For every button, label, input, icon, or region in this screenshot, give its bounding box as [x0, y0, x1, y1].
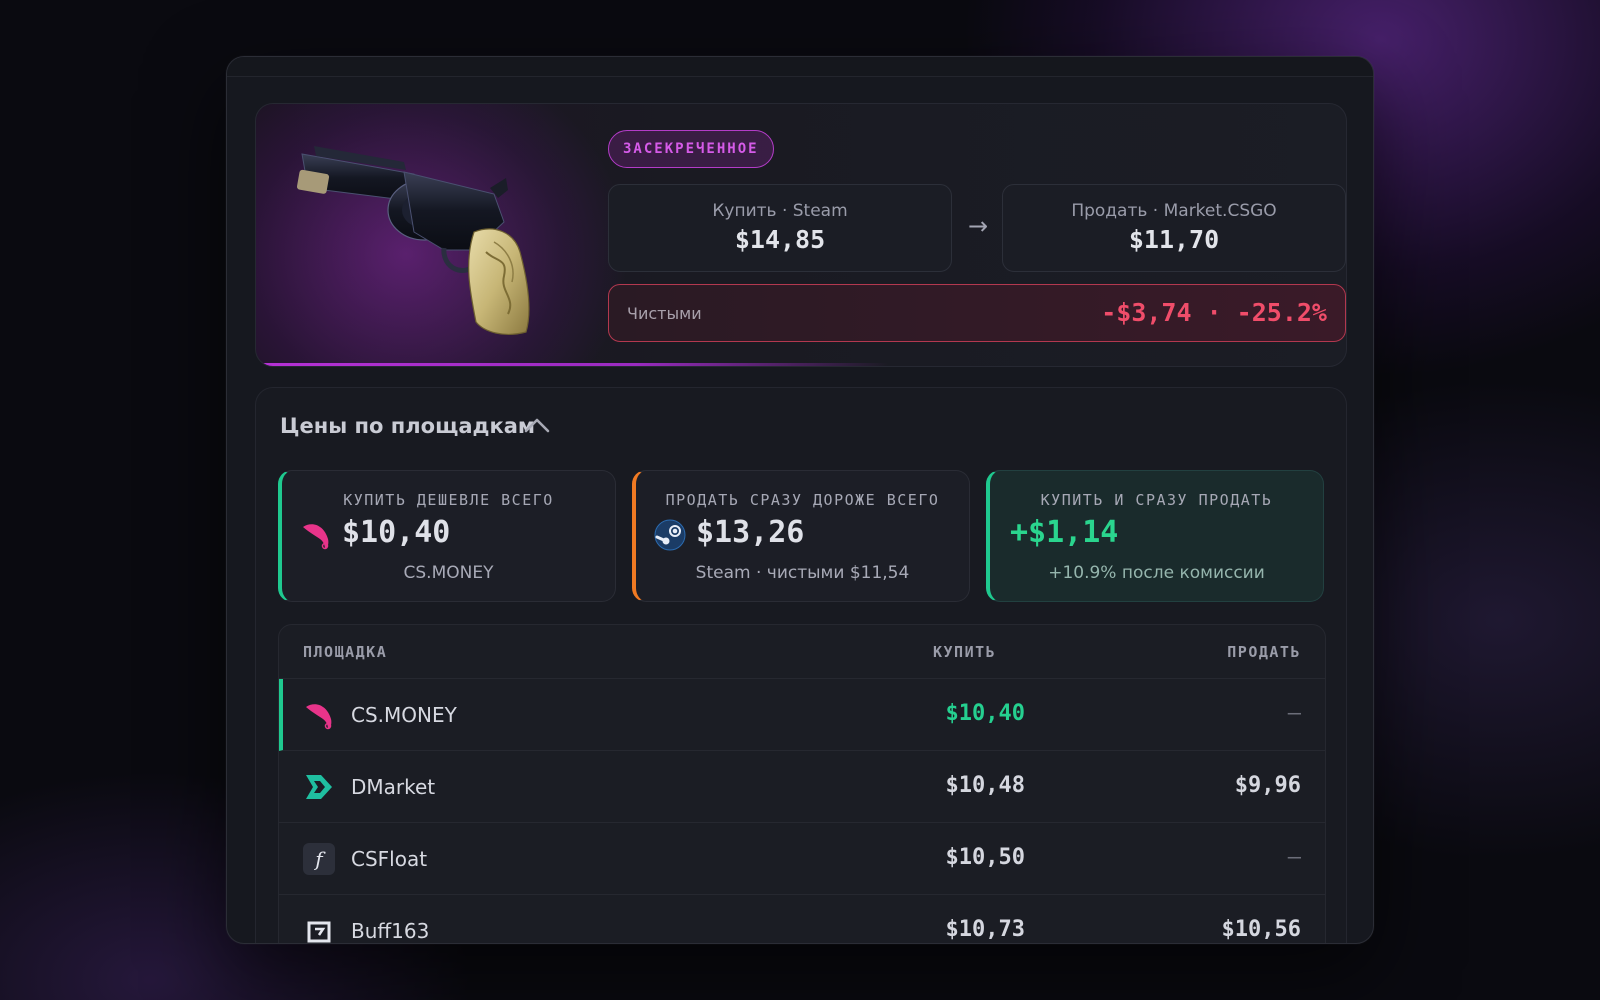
- steam-icon: [654, 519, 686, 551]
- table-row[interactable]: DMarket $10,48 $9,96: [279, 751, 1325, 823]
- cheapest-buy-card: КУПИТЬ ДЕШЕВЛЕ ВСЕГО $10,40 CS.MONEY: [278, 470, 616, 602]
- sell-price: $10,56: [1221, 917, 1301, 942]
- rarity-badge: ЗАСЕКРЕЧЕННОЕ: [608, 130, 774, 168]
- net-result-label: Чистыми: [627, 304, 702, 323]
- cheapest-buy-market: CS.MONEY: [403, 563, 494, 583]
- top-strip: [227, 57, 1373, 77]
- marketplace-prices-panel: Цены по площадкам КУПИТЬ ДЕШЕВЛЕ ВСЕГО $…: [255, 387, 1347, 943]
- net-result-value: -$3,74 · -25.2%: [1101, 298, 1327, 327]
- market-name: CSFloat: [351, 847, 428, 871]
- cheapest-buy-caption: КУПИТЬ ДЕШЕВЛЕ ВСЕГО: [343, 491, 554, 509]
- buff163-icon: [307, 921, 331, 943]
- buy-price: $10,48: [945, 773, 1025, 798]
- sell-price: —: [1287, 845, 1301, 870]
- table-row[interactable]: f CSFloat $10,50 —: [279, 823, 1325, 895]
- sell-price: $9,96: [1234, 773, 1301, 798]
- table-header: ПЛОЩАДКА КУПИТЬ ПРОДАТЬ: [279, 625, 1325, 679]
- revolver-image: [296, 146, 530, 335]
- market-name: CS.MONEY: [351, 703, 457, 727]
- column-header-buy[interactable]: КУПИТЬ: [933, 643, 996, 661]
- prices-section-title[interactable]: Цены по площадкам: [280, 414, 535, 438]
- buy-price-box: Купить · Steam $14,85: [608, 184, 952, 272]
- buy-price-label: Купить · Steam: [712, 201, 848, 221]
- best-instant-sell-market: Steam · чистыми $11,54: [695, 563, 910, 583]
- arbitrage-value: +$1,14: [1010, 515, 1119, 550]
- column-header-market[interactable]: ПЛОЩАДКА: [303, 643, 387, 661]
- arbitrage-sub: +10.9% после комиссии: [1048, 563, 1265, 583]
- csfloat-icon: f: [303, 843, 335, 875]
- market-name: DMarket: [351, 775, 436, 799]
- best-instant-sell-value: $13,26: [696, 515, 805, 550]
- buy-price-value: $14,85: [734, 225, 826, 254]
- table-row[interactable]: Buff163 $10,73 $10,56: [279, 895, 1325, 943]
- item-window: ЗАСЕКРЕЧЕННОЕ Купить · Steam $14,85 → Пр…: [226, 56, 1374, 944]
- sell-price-label: Продать · Market.CSGO: [1071, 201, 1277, 221]
- csmoney-icon: [306, 704, 332, 730]
- table-row[interactable]: CS.MONEY $10,40 —: [279, 679, 1325, 751]
- cheapest-buy-value: $10,40: [342, 515, 451, 550]
- arrow-right-icon: →: [968, 212, 989, 240]
- column-header-sell[interactable]: ПРОДАТЬ: [1227, 643, 1301, 661]
- dmarket-icon: [306, 775, 332, 799]
- sell-price-value: $11,70: [1128, 225, 1220, 254]
- csmoney-icon: [303, 524, 329, 550]
- net-result-bar: Чистыми -$3,74 · -25.2%: [608, 284, 1346, 342]
- buy-price: $10,73: [945, 917, 1025, 942]
- arbitrage-caption: КУПИТЬ И СРАЗУ ПРОДАТЬ: [1040, 491, 1273, 509]
- arbitrage-card: КУПИТЬ И СРАЗУ ПРОДАТЬ +$1,14 +10.9% пос…: [986, 470, 1324, 602]
- sell-price-box: Продать · Market.CSGO $11,70: [1002, 184, 1346, 272]
- chevron-up-icon[interactable]: [524, 416, 550, 434]
- best-instant-sell-card: ПРОДАТЬ СРАЗУ ДОРОЖЕ ВСЕГО $13,26 Steam …: [632, 470, 970, 602]
- best-instant-sell-caption: ПРОДАТЬ СРАЗУ ДОРОЖЕ ВСЕГО: [665, 491, 940, 509]
- market-name: Buff163: [351, 919, 430, 943]
- buy-price: $10,50: [945, 845, 1025, 870]
- sell-price: —: [1287, 701, 1301, 726]
- item-hero-card: ЗАСЕКРЕЧЕННОЕ Купить · Steam $14,85 → Пр…: [255, 103, 1347, 367]
- buy-price: $10,40: [945, 701, 1025, 726]
- marketplace-table: ПЛОЩАДКА КУПИТЬ ПРОДАТЬ CS.MONEY $10,40 …: [278, 624, 1326, 943]
